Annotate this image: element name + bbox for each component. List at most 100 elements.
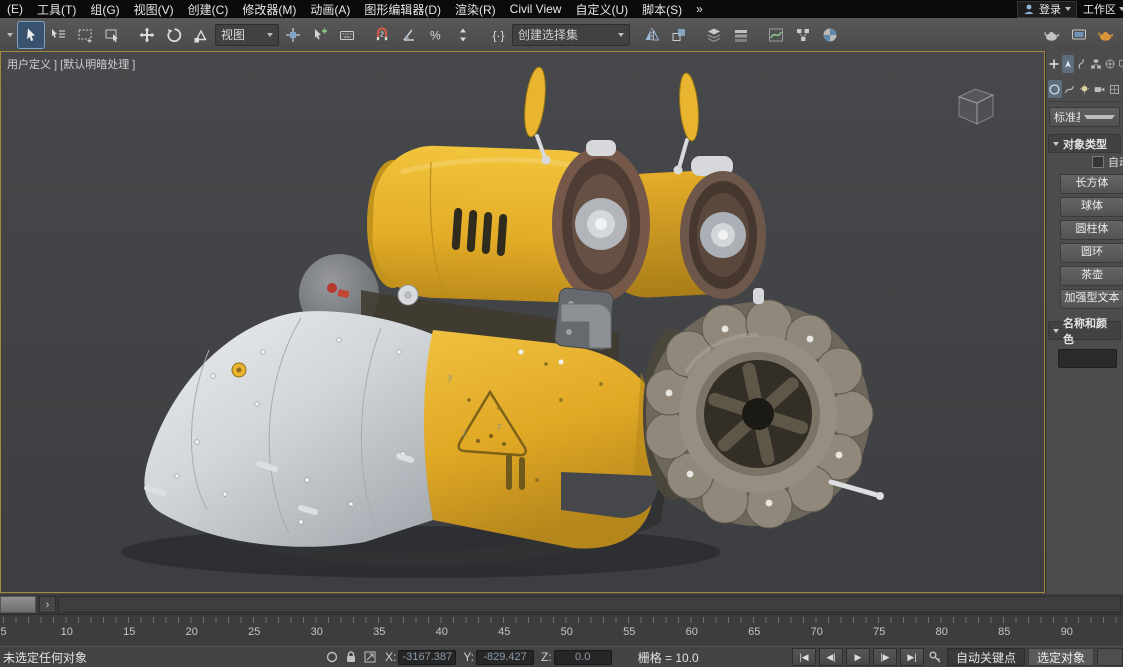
object-type-button[interactable]: 加强型文本 <box>1060 289 1123 309</box>
render-production-button[interactable] <box>1093 22 1119 48</box>
view-cube[interactable] <box>948 82 1002 135</box>
select-and-manipulate-button[interactable] <box>307 22 333 48</box>
angle-snap-toggle[interactable] <box>396 22 422 48</box>
category-helpers[interactable] <box>1107 80 1121 98</box>
time-slider-handle[interactable] <box>0 596 36 613</box>
object-type-button[interactable]: 球体 <box>1060 197 1123 217</box>
autogrid-checkbox[interactable] <box>1092 156 1104 168</box>
object-name-input[interactable] <box>1058 349 1117 368</box>
previous-frame-button[interactable]: ◀| <box>819 648 843 666</box>
key-icon <box>928 650 942 664</box>
command-panel: 标准基本体 对象类型 自动栅格 长方体球体圆柱体圆环茶壶加强型文本 名称和颜色 <box>1045 51 1123 593</box>
render-setup-button[interactable] <box>1039 22 1065 48</box>
menu-item[interactable]: 创建(C) <box>181 0 236 18</box>
viewport-label[interactable]: 用户定义 ] [默认明暗处理 ] <box>7 56 135 72</box>
keyboard-override-toggle[interactable] <box>334 22 360 48</box>
snap-toggle-2d[interactable]: 2 <box>369 22 395 48</box>
menu-item[interactable]: 渲染(R) <box>448 0 503 18</box>
login-button[interactable]: 登录 <box>1017 1 1077 18</box>
rect-region-icon <box>76 26 94 44</box>
tab-display[interactable] <box>1118 55 1123 73</box>
spinner-snap-toggle[interactable] <box>450 22 476 48</box>
ruler-label: 45 <box>498 626 510 638</box>
select-object-button[interactable] <box>18 22 44 48</box>
toggle-scene-explorer-button[interactable] <box>701 22 727 48</box>
tab-hierarchy[interactable] <box>1090 55 1102 73</box>
object-type-button[interactable]: 茶壶 <box>1060 266 1123 286</box>
menu-item[interactable]: 修改器(M) <box>235 0 303 18</box>
menu-item[interactable]: (E) <box>0 0 30 18</box>
submarine-model[interactable]: y z z <box>121 66 884 578</box>
y-coordinate-field[interactable]: -829.427 <box>476 650 534 665</box>
select-by-name-button[interactable] <box>45 22 71 48</box>
object-type-button[interactable]: 长方体 <box>1060 174 1123 194</box>
viewport-canvas[interactable]: y z z <box>1 52 1044 590</box>
category-shapes[interactable] <box>1063 80 1077 98</box>
menu-item[interactable]: 脚本(S) <box>635 0 689 18</box>
named-selection-set-value: 创建选择集 <box>518 26 612 43</box>
menu-item[interactable]: 视图(V) <box>127 0 181 18</box>
selection-region-dropdown[interactable] <box>72 22 98 48</box>
curve-editor-button[interactable] <box>763 22 789 48</box>
category-geometry[interactable] <box>1048 80 1062 98</box>
mirror-button[interactable] <box>639 22 665 48</box>
menu-item[interactable]: 图形编辑器(D) <box>357 0 448 18</box>
object-type-button[interactable]: 圆柱体 <box>1060 220 1123 240</box>
auto-key-button[interactable]: 自动关键点 <box>947 648 1025 666</box>
absolute-mode-toggle[interactable] <box>361 649 378 665</box>
menu-item[interactable]: 自定义(U) <box>568 0 635 18</box>
track-bar-expand-button[interactable]: › <box>39 596 56 613</box>
window-crossing-toggle[interactable] <box>99 22 125 48</box>
toolbar-overflow-dropdown[interactable] <box>2 24 17 46</box>
menu-item[interactable]: » <box>689 0 710 18</box>
selection-lock-toggle[interactable] <box>342 649 359 665</box>
key-mode-toggle[interactable] <box>927 649 944 665</box>
layer-manager-button[interactable] <box>728 22 754 48</box>
go-to-end-button[interactable]: ▶| <box>900 648 924 666</box>
ruler-label: 40 <box>436 626 448 638</box>
align-dropdown[interactable] <box>666 22 692 48</box>
camera-icon <box>1093 83 1106 96</box>
key-filters-button[interactable] <box>1097 648 1123 666</box>
tab-modify[interactable] <box>1076 55 1088 73</box>
workspace-dropdown[interactable]: 工作区 <box>1083 1 1123 17</box>
object-type-button[interactable]: 圆环 <box>1060 243 1123 263</box>
menu-item[interactable]: 工具(T) <box>30 0 83 18</box>
category-lights[interactable] <box>1078 80 1092 98</box>
window-crossing-icon <box>103 26 121 44</box>
reference-coordinate-value: 视图 <box>221 26 261 43</box>
category-cameras[interactable] <box>1092 80 1106 98</box>
schematic-view-button[interactable] <box>790 22 816 48</box>
use-pivot-center-button[interactable] <box>280 22 306 48</box>
play-button[interactable]: ▶ <box>846 648 870 666</box>
rollout-object-type[interactable]: 对象类型 <box>1048 134 1121 153</box>
tab-create[interactable] <box>1062 55 1074 73</box>
edit-named-selection-sets-button[interactable]: {·} <box>485 22 511 48</box>
tab-motion[interactable] <box>1104 55 1116 73</box>
rollout-name-color[interactable]: 名称和颜色 <box>1048 321 1121 340</box>
x-coordinate-field[interactable]: -3167.387 <box>398 650 456 665</box>
z-coordinate-field[interactable]: 0.0 <box>554 650 612 665</box>
selected-filter-dropdown[interactable]: 选定对象 <box>1028 648 1094 666</box>
menu-item[interactable]: 动画(A) <box>303 0 357 18</box>
rendered-frame-window-button[interactable] <box>1066 22 1092 48</box>
primitive-category-dropdown[interactable]: 标准基本体 <box>1049 107 1120 127</box>
select-and-rotate-button[interactable] <box>161 22 187 48</box>
reference-coordinate-dropdown[interactable]: 视图 <box>215 24 279 46</box>
menu-item[interactable]: Civil View <box>503 0 569 18</box>
object-type-buttons: 长方体球体圆柱体圆环茶壶加强型文本 <box>1046 174 1123 309</box>
isolate-selection-toggle[interactable] <box>323 649 340 665</box>
next-frame-button[interactable]: |▶ <box>873 648 897 666</box>
go-to-start-button[interactable]: |◀ <box>792 648 816 666</box>
select-and-move-button[interactable] <box>134 22 160 48</box>
add-panel-button[interactable] <box>1048 55 1060 73</box>
select-and-scale-button[interactable] <box>188 22 214 48</box>
material-editor-button[interactable] <box>817 22 843 48</box>
track-bar-area[interactable] <box>58 596 1121 613</box>
viewport[interactable]: 用户定义 ] [默认明暗处理 ] <box>0 51 1045 593</box>
menu-item[interactable]: 组(G) <box>83 0 126 18</box>
primitive-category-value: 标准基本体 <box>1054 109 1080 125</box>
named-selection-set-combo[interactable]: 创建选择集 <box>512 24 630 46</box>
timeline-ruler[interactable]: 51015202530354045505560657075808590 <box>0 614 1123 647</box>
percent-snap-toggle[interactable]: % <box>423 22 449 48</box>
